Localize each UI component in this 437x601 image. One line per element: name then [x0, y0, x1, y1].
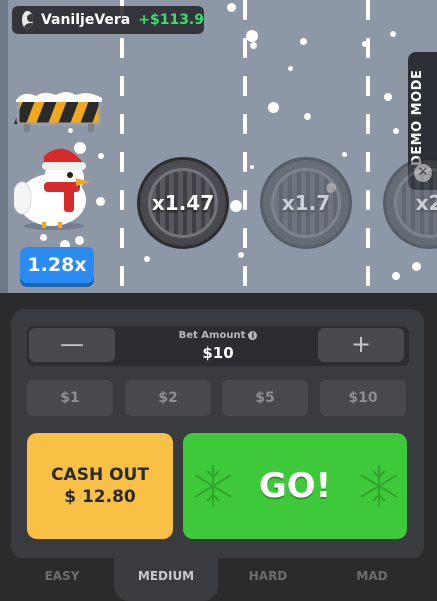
increase-bet-button[interactable]: +: [318, 328, 404, 362]
go-button[interactable]: GO!: [183, 433, 407, 539]
manhole-lane-1: x1.47: [137, 157, 229, 249]
cash-out-amount: $ 12.80: [64, 487, 136, 507]
lane-multiplier: x1.47: [151, 191, 215, 215]
tab-mad[interactable]: MAD: [320, 558, 424, 601]
game-board: VaniljeVera +$113.9 DEMO MODE ✕: [0, 0, 437, 293]
decrease-bet-button[interactable]: —: [29, 328, 115, 362]
quick-bet-button[interactable]: $5: [222, 380, 308, 416]
player-name: VaniljeVera: [40, 12, 131, 28]
bet-amount-label: Bet Amount i: [147, 330, 289, 341]
current-multiplier-badge: 1.28x: [20, 247, 94, 283]
barrier-icon: [14, 92, 102, 132]
difficulty-selector: EASY MEDIUM HARD MAD: [0, 558, 437, 601]
tab-hard[interactable]: HARD: [216, 558, 320, 601]
lane-multiplier: x2: [415, 191, 437, 215]
manhole-lane-2: x1.7: [260, 157, 352, 249]
bet-amount-label-text: Bet Amount: [178, 330, 246, 341]
cash-out-button[interactable]: CASH OUT $ 12.80: [27, 433, 173, 539]
manhole-lane-3: x2: [383, 157, 437, 249]
player-balance: +$113.9: [138, 12, 204, 28]
demo-mode-label: DEMO MODE: [410, 69, 425, 166]
tab-easy[interactable]: EASY: [8, 558, 116, 601]
info-icon[interactable]: i: [248, 330, 258, 340]
road-curb: [0, 0, 8, 293]
chicken-icon: [14, 142, 90, 230]
lane-multiplier: x1.7: [281, 191, 331, 215]
quick-bet-button[interactable]: $2: [125, 380, 211, 416]
tab-medium[interactable]: MEDIUM: [114, 558, 218, 601]
snowflake-icon: [360, 465, 398, 507]
lane-divider: [243, 0, 247, 293]
bet-panel: — Bet Amount i $10 + $1 $2 $5 $10 CASH OU…: [11, 309, 424, 560]
quick-bet-button[interactable]: $10: [320, 380, 406, 416]
cash-out-label: CASH OUT: [51, 465, 149, 485]
lane-divider: [120, 0, 124, 293]
quick-bet-button[interactable]: $1: [27, 380, 113, 416]
bet-amount-value[interactable]: $10: [147, 344, 289, 362]
bet-amount-control: — Bet Amount i $10 +: [27, 326, 409, 366]
player-info: VaniljeVera +$113.9: [12, 6, 204, 34]
avatar: [22, 11, 33, 29]
